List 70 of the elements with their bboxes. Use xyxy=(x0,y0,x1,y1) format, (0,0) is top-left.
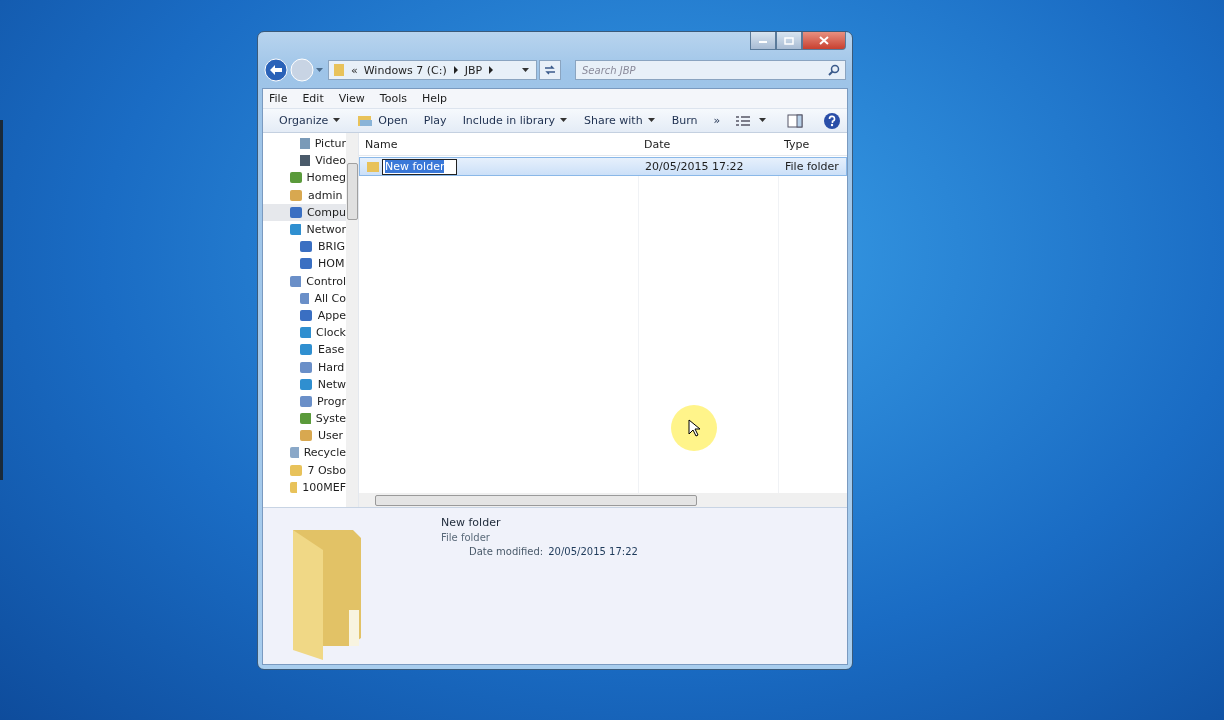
caret-icon xyxy=(560,118,569,123)
navigation-item[interactable]: Compu xyxy=(263,203,346,221)
arrow-icon[interactable] xyxy=(452,66,459,74)
address-bar[interactable]: « Windows 7 (C:) JBP xyxy=(328,60,537,80)
breadcrumb-overflow[interactable]: « xyxy=(351,63,358,77)
toolbar-button[interactable]: Play xyxy=(415,114,455,127)
caret-icon xyxy=(333,118,342,123)
menu-item[interactable]: Tools xyxy=(379,92,407,105)
navigation-item[interactable]: 100MEF xyxy=(263,478,346,496)
caret-icon xyxy=(647,118,656,123)
navigation-item[interactable]: Syste xyxy=(263,410,346,428)
navigation-item[interactable]: BRIG xyxy=(263,238,346,256)
date-value: 20/05/2015 17:22 xyxy=(548,546,638,557)
menu-item[interactable]: Help xyxy=(421,92,448,105)
toolbar-button[interactable]: Share with xyxy=(576,114,664,127)
navigation-item[interactable]: Progr xyxy=(263,392,346,410)
caret-icon[interactable] xyxy=(522,67,530,73)
preview-pane-icon[interactable] xyxy=(787,113,803,128)
toolbar-button[interactable]: » xyxy=(705,114,729,127)
toolbar-button[interactable]: Include in library xyxy=(454,114,577,127)
menu-item[interactable]: File xyxy=(269,92,288,105)
column-header[interactable]: Type xyxy=(778,137,847,151)
navigation-item[interactable]: 7 Osbo xyxy=(263,461,346,479)
navigation-item[interactable]: Netw xyxy=(263,375,346,393)
navigation-item[interactable]: Ease xyxy=(263,341,346,359)
minimize-button[interactable] xyxy=(750,32,776,50)
navigation-item[interactable]: Video xyxy=(263,152,346,170)
navigation-item[interactable]: User xyxy=(263,427,346,445)
breadcrumb[interactable]: JBP xyxy=(464,63,483,77)
navigation-item[interactable]: Hard xyxy=(263,358,346,376)
toolbar-button[interactable]: Burn xyxy=(663,114,706,127)
navigation-item[interactable]: admin xyxy=(263,186,346,204)
navigation-item[interactable]: All Co xyxy=(263,289,346,307)
file-type: File folder xyxy=(441,532,491,543)
maximize-icon xyxy=(784,36,794,45)
maximize-button[interactable] xyxy=(776,32,802,50)
help-icon[interactable] xyxy=(823,111,841,130)
navigation-item[interactable]: Clock xyxy=(263,324,346,342)
refresh-button[interactable] xyxy=(539,60,561,80)
menu-item[interactable]: View xyxy=(338,92,365,105)
open-folder-icon xyxy=(357,114,374,127)
close-button[interactable] xyxy=(802,32,846,50)
menu-item[interactable]: Edit xyxy=(302,92,324,105)
breadcrumb[interactable]: Windows 7 (C:) xyxy=(363,63,447,77)
arrow-icon[interactable] xyxy=(488,66,495,74)
type-cell-text: File folder xyxy=(784,160,840,173)
rename-field[interactable]: New folder xyxy=(382,158,458,175)
search-icon xyxy=(828,64,840,76)
toolbar-button[interactable]: Open xyxy=(349,114,416,127)
file-row[interactable]: New folder 20/05/2015 17:22 File folder xyxy=(359,157,847,176)
caret-icon[interactable] xyxy=(759,118,767,123)
column-header[interactable]: Date xyxy=(638,137,778,151)
column-header[interactable]: Name xyxy=(359,137,638,151)
refresh-icon xyxy=(543,64,557,76)
navigation-item[interactable]: Networ xyxy=(263,220,346,239)
list-view-icon[interactable] xyxy=(735,114,751,127)
close-icon xyxy=(819,36,829,45)
date-label: Date modified: xyxy=(469,546,544,557)
navigation-item[interactable]: Recycle xyxy=(263,444,346,462)
toolbar-button[interactable]: Organize xyxy=(271,114,350,127)
navigation-item[interactable]: Appe xyxy=(263,306,346,325)
file-name: New folder xyxy=(441,516,502,529)
vertical-scrollbar[interactable] xyxy=(346,133,358,507)
search-field[interactable]: Search JBP xyxy=(575,60,846,80)
navigation-item[interactable]: Pictur xyxy=(263,135,346,153)
navigation-item[interactable]: Control xyxy=(263,272,346,290)
navigation-item[interactable]: HOM xyxy=(263,255,346,273)
navigation-item[interactable]: Homeg xyxy=(263,169,346,187)
date-cell-text: 20/05/2015 17:22 xyxy=(644,160,745,173)
horizontal-scrollbar[interactable] xyxy=(359,493,847,507)
